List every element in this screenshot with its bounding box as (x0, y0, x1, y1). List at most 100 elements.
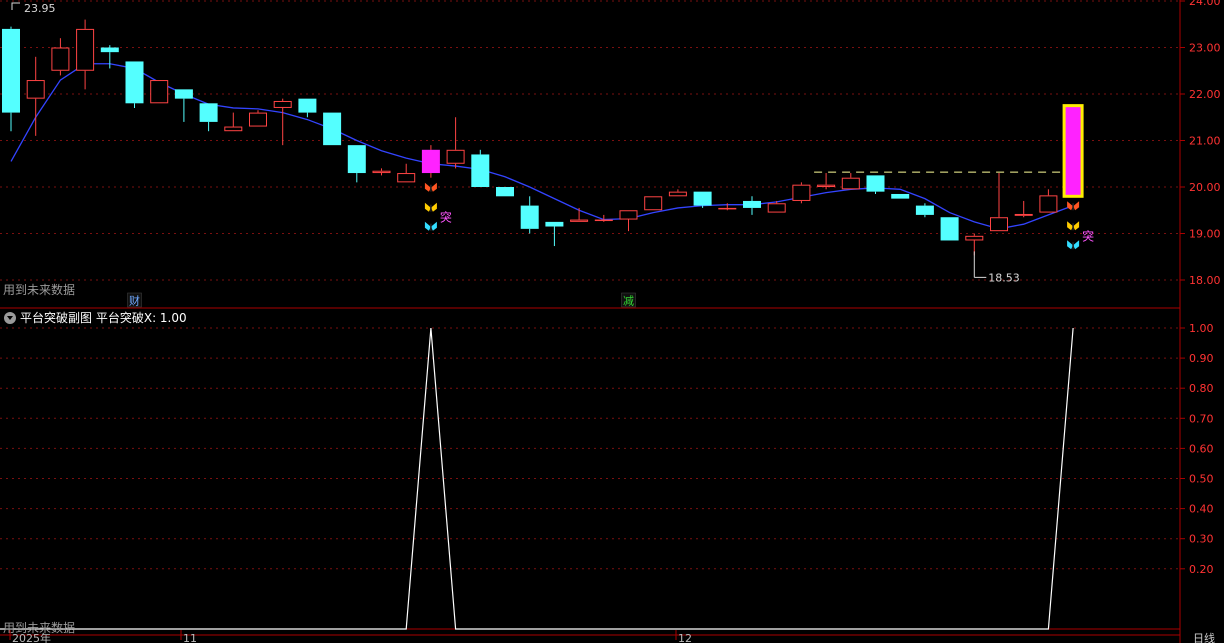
butterfly-body (1072, 223, 1074, 231)
indicator-title-bar: 平台突破副图 平台突破X: 1.00 (0, 309, 1180, 327)
butterfly-gold-icon (1067, 221, 1080, 231)
indicator-name: 平台突破副图 (20, 311, 93, 325)
candle[interactable] (26, 56, 45, 136)
candle[interactable] (743, 196, 761, 215)
candle-body-down (298, 98, 317, 113)
date-tick-label: 11 (183, 632, 197, 643)
candle-body-up (273, 100, 292, 108)
candle[interactable] (273, 98, 292, 146)
butterfly-body (1072, 242, 1074, 250)
indicator-tick-label: 0.40 (1189, 503, 1214, 516)
price-tick-label: 23.00 (1189, 42, 1221, 55)
candle[interactable] (2, 26, 20, 132)
candle-body-up (397, 173, 416, 183)
candle-body-up (446, 149, 465, 164)
candle[interactable] (224, 112, 243, 132)
candle[interactable] (866, 175, 885, 194)
price-tick-label: 22.00 (1189, 88, 1221, 101)
breakout-signal-label: 突 (440, 210, 452, 225)
candle[interactable] (446, 117, 465, 169)
low-price-label: 18.53 (988, 271, 1020, 284)
collapse-icon[interactable] (4, 312, 16, 324)
candle-body-down (125, 61, 144, 104)
candle[interactable] (421, 145, 440, 178)
butterfly-body (430, 184, 432, 192)
candle[interactable] (174, 89, 193, 122)
candle[interactable] (792, 182, 811, 204)
candle-body-up (841, 177, 860, 190)
main-future-note: 用到未来数据 (3, 283, 76, 297)
candle-body-up (224, 126, 243, 132)
indicator-tick-label: 0.50 (1189, 473, 1214, 486)
candle[interactable] (249, 110, 267, 127)
candle[interactable] (570, 207, 589, 222)
candle[interactable] (619, 210, 638, 232)
candle[interactable] (990, 173, 1008, 232)
indicator-tick-label: 0.20 (1189, 563, 1214, 576)
candle[interactable] (1014, 200, 1033, 218)
candle[interactable] (298, 98, 317, 118)
candlestick-layer[interactable] (2, 19, 1084, 256)
candle[interactable] (125, 61, 144, 108)
candle[interactable] (817, 173, 836, 190)
candle-body-up (570, 219, 589, 222)
candle-body-breakout (421, 149, 440, 174)
candle-body-down (174, 89, 193, 99)
candle-body-down (496, 187, 514, 197)
candle-body-up (1014, 213, 1033, 216)
candle[interactable] (76, 19, 95, 90)
candle-body-down (743, 200, 761, 208)
high-price-marker (11, 2, 20, 10)
candle[interactable] (693, 191, 712, 208)
candle-body-up (150, 80, 169, 104)
candle[interactable] (150, 80, 169, 104)
candle[interactable] (520, 196, 539, 234)
candle[interactable] (915, 203, 934, 218)
candle-body-up (668, 191, 687, 197)
candle[interactable] (372, 168, 391, 176)
moving-average-layer (10, 63, 1074, 230)
candle[interactable] (841, 173, 860, 190)
candle-body-down (323, 112, 342, 146)
candle[interactable] (1039, 189, 1058, 213)
candle-body-up (767, 203, 786, 213)
candle[interactable] (940, 217, 959, 241)
candle-body-down (545, 221, 564, 227)
candle-body-up (619, 210, 638, 220)
candle[interactable] (496, 187, 514, 197)
candle[interactable] (668, 189, 687, 197)
indicator-value: 平台突破X: 1.00 (95, 311, 187, 325)
candle-body-up (76, 28, 95, 71)
candle-body-up (249, 112, 267, 127)
price-tick-label: 18.00 (1189, 274, 1221, 287)
candle-body-up (817, 184, 836, 188)
candle[interactable] (471, 149, 490, 187)
low-price-marker (973, 251, 987, 278)
candle[interactable] (397, 163, 416, 183)
candle-body-down (347, 145, 366, 174)
date-tick-label: 12 (678, 632, 692, 643)
candle[interactable] (199, 103, 218, 132)
candle-body-up (594, 219, 613, 222)
candle[interactable] (1062, 104, 1084, 198)
butterfly-body (1072, 203, 1074, 211)
candle-body-down (866, 175, 885, 192)
butterfly-body (430, 223, 432, 231)
price-tick-label: 20.00 (1189, 181, 1221, 194)
candle-body-down (940, 217, 959, 241)
price-tick-label: 24.00 (1189, 0, 1221, 8)
candle-body-up (1039, 195, 1058, 213)
candle-body-up (644, 196, 663, 211)
period-label[interactable]: 日线 (1193, 631, 1215, 643)
candle[interactable] (347, 145, 366, 183)
indicator-tick-label: 1.00 (1189, 322, 1214, 335)
candle[interactable] (51, 38, 70, 76)
candle[interactable] (594, 214, 613, 222)
candle[interactable] (323, 112, 342, 146)
candle[interactable] (545, 221, 564, 247)
sub-future-note: 用到未来数据 (3, 621, 76, 635)
candle-body-up (26, 80, 45, 99)
candle-body-down (100, 47, 119, 53)
candle[interactable] (891, 193, 910, 199)
candle[interactable] (644, 196, 663, 211)
